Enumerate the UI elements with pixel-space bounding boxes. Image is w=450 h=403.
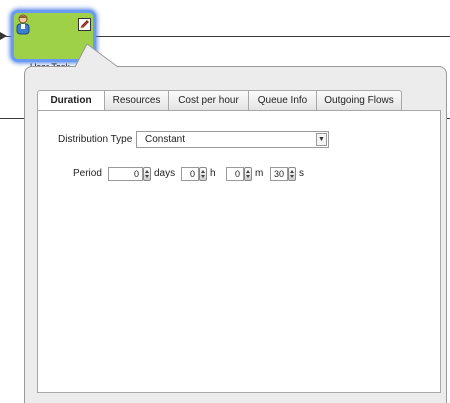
days-unit-label: days	[154, 168, 176, 179]
hours-input[interactable]: 0	[181, 167, 199, 181]
minutes-stepper[interactable]	[244, 167, 252, 181]
minutes-unit-label: m	[255, 168, 264, 179]
distribution-type-label: Distribution Type	[58, 134, 133, 145]
period-label: Period	[73, 168, 102, 179]
distribution-type-value: Constant	[145, 134, 186, 145]
chevron-down-icon[interactable]: ▼	[316, 133, 327, 146]
popover-pointer	[74, 43, 119, 68]
duration-panel	[37, 110, 441, 393]
tab-resources[interactable]: Resources	[105, 90, 169, 111]
seconds-input[interactable]: 30	[270, 167, 288, 181]
distribution-type-select[interactable]: Constant ▼	[136, 131, 329, 148]
tab-duration[interactable]: Duration	[37, 90, 105, 111]
tab-cost-per-hour[interactable]: Cost per hour	[169, 90, 249, 111]
days-stepper[interactable]	[143, 167, 151, 181]
days-input[interactable]: 0	[108, 167, 143, 181]
minutes-input[interactable]: 0	[226, 167, 244, 181]
tab-outgoing-flows[interactable]: Outgoing Flows	[317, 90, 402, 111]
tab-queue-info[interactable]: Queue Info	[249, 90, 317, 111]
hours-stepper[interactable]	[199, 167, 207, 181]
tab-bar: Duration Resources Cost per hour Queue I…	[37, 90, 402, 111]
seconds-stepper[interactable]	[288, 167, 296, 181]
seconds-unit-label: s	[299, 168, 304, 179]
hours-unit-label: h	[210, 168, 216, 179]
